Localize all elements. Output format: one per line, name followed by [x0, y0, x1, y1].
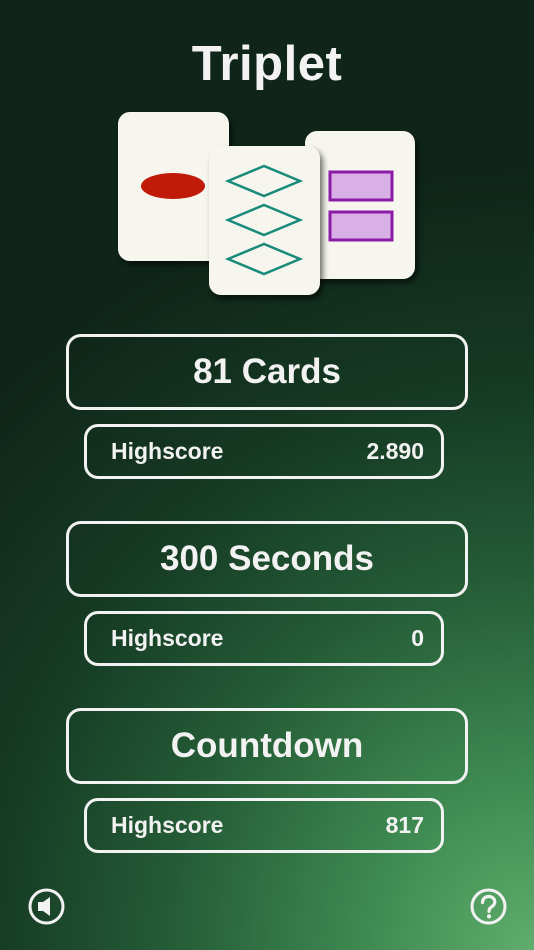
rectangle-shape-icon — [328, 210, 394, 242]
help-button[interactable] — [470, 888, 507, 925]
rectangle-shape-icon — [328, 170, 394, 202]
mode-button-countdown[interactable]: Countdown — [66, 708, 468, 784]
logo-card-diamonds — [209, 146, 320, 295]
diamond-shape-icon — [224, 242, 304, 276]
highscore-label: Highscore — [111, 438, 224, 464]
diamond-shape-icon — [224, 203, 304, 237]
diamond-shape-icon — [224, 164, 304, 198]
speaker-icon — [28, 888, 65, 925]
oval-shape-icon — [141, 173, 205, 199]
mode-button-label: Countdown — [170, 726, 364, 765]
highscore-value: 2.890 — [366, 438, 424, 464]
highscore-box-81-cards: Highscore 2.890 — [84, 424, 444, 479]
logo-card-rectangles — [305, 131, 415, 279]
mode-button-label: 81 Cards — [193, 352, 341, 391]
highscore-value: 0 — [411, 625, 424, 651]
highscore-label: Highscore — [111, 625, 224, 651]
page-title: Triplet — [191, 37, 343, 91]
mode-button-81-cards[interactable]: 81 Cards — [66, 334, 468, 410]
mode-button-300-seconds[interactable]: 300 Seconds — [66, 521, 468, 597]
highscore-value: 817 — [385, 812, 424, 838]
highscore-label: Highscore — [111, 812, 224, 838]
highscore-box-countdown: Highscore 817 — [84, 798, 444, 853]
highscore-box-300-seconds: Highscore 0 — [84, 611, 444, 666]
sound-toggle-button[interactable] — [28, 888, 65, 925]
question-mark-icon — [470, 888, 507, 925]
mode-button-label: 300 Seconds — [160, 539, 374, 578]
